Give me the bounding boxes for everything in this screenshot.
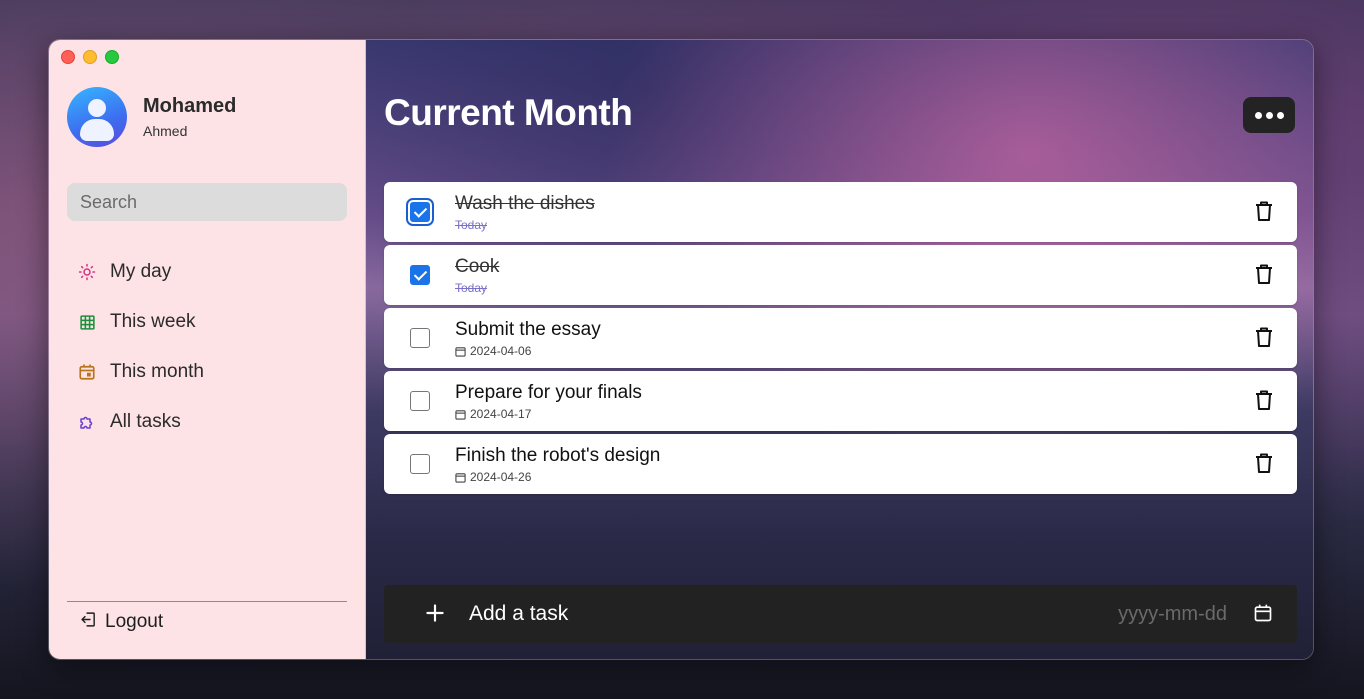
task-item: Finish the robot's design 2024-04-26 (384, 434, 1297, 494)
logout-icon (80, 611, 97, 633)
calendar-icon (455, 472, 466, 483)
trash-icon[interactable] (1255, 264, 1273, 289)
user-first-name: Mohamed (143, 95, 237, 117)
minimize-window-button[interactable] (83, 50, 97, 64)
task-item: Wash the dishes Today (384, 182, 1297, 242)
task-checkbox[interactable] (410, 454, 430, 474)
sidebar-item-my-day[interactable]: My day (77, 247, 204, 297)
task-due: 2024-04-26 (455, 470, 531, 484)
trash-icon[interactable] (1255, 390, 1273, 415)
traffic-lights (61, 50, 119, 64)
page-title: Current Month (384, 92, 633, 133)
add-task-bar (384, 585, 1297, 643)
task-due-date: 2024-04-17 (470, 407, 532, 421)
sidebar-item-label: This month (110, 361, 204, 382)
trash-icon[interactable] (1255, 453, 1273, 478)
dot-icon (1276, 111, 1284, 119)
close-window-button[interactable] (61, 50, 75, 64)
task-due: 2024-04-06 (455, 344, 531, 358)
dot-icon (1265, 111, 1273, 119)
due-date-input[interactable] (1067, 597, 1227, 631)
task-due: 2024-04-17 (455, 407, 531, 421)
avatar (67, 87, 127, 147)
logout-label: Logout (105, 611, 164, 632)
sidebar-item-this-week[interactable]: This week (77, 297, 204, 347)
plus-icon[interactable] (422, 600, 448, 631)
task-title: Finish the robot's design (455, 445, 661, 466)
dot-icon (1254, 111, 1262, 119)
sidebar-nav: My day This week This month All tasks (77, 247, 204, 447)
sidebar-item-all-tasks[interactable]: All tasks (77, 397, 204, 447)
task-due: Today (455, 281, 488, 295)
task-checkbox[interactable] (406, 198, 434, 226)
grid-calendar-icon (77, 312, 97, 332)
add-task-input[interactable] (469, 597, 919, 631)
avatar-head-shape (88, 99, 106, 117)
more-options-button[interactable] (1243, 97, 1295, 133)
app-window: Mohamed Ahmed My day (48, 39, 1314, 660)
task-item: Submit the essay 2024-04-06 (384, 308, 1297, 368)
task-item: Prepare for your finals 2024-04-17 (384, 371, 1297, 431)
puzzle-icon (77, 412, 97, 432)
task-list: Wash the dishes Today Cook Today Submit … (384, 182, 1297, 497)
task-checkbox[interactable] (410, 391, 430, 411)
sidebar-divider (67, 601, 347, 602)
search-input[interactable] (67, 183, 347, 221)
trash-icon[interactable] (1255, 327, 1273, 352)
trash-icon[interactable] (1255, 201, 1273, 226)
task-title: Cook (455, 256, 500, 277)
calendar-picker-icon[interactable] (1253, 603, 1273, 628)
calendar-icon (455, 409, 466, 420)
avatar-body-shape (80, 119, 114, 141)
sidebar: Mohamed Ahmed My day (49, 40, 366, 659)
sidebar-item-label: This week (110, 311, 196, 332)
task-title: Submit the essay (455, 319, 601, 340)
task-checkbox[interactable] (410, 328, 430, 348)
sidebar-item-label: All tasks (110, 411, 181, 432)
task-due-date: 2024-04-26 (470, 470, 532, 484)
task-title: Prepare for your finals (455, 382, 642, 403)
user-profile: Mohamed Ahmed (67, 87, 236, 147)
calendar-icon (77, 362, 97, 382)
zoom-window-button[interactable] (105, 50, 119, 64)
user-names: Mohamed Ahmed (143, 95, 236, 139)
task-item: Cook Today (384, 245, 1297, 305)
main-panel: Current Month Wash the dishes Today Cook (366, 40, 1313, 659)
task-title: Wash the dishes (455, 193, 595, 214)
task-due-date: 2024-04-06 (470, 344, 532, 358)
user-last-name: Ahmed (143, 123, 188, 139)
task-due: Today (455, 218, 488, 232)
sidebar-item-label: My day (110, 261, 172, 282)
calendar-icon (455, 346, 466, 357)
sun-icon (77, 262, 97, 282)
logout-button[interactable]: Logout (80, 611, 163, 633)
sidebar-item-this-month[interactable]: This month (77, 347, 204, 397)
task-checkbox[interactable] (410, 265, 430, 285)
